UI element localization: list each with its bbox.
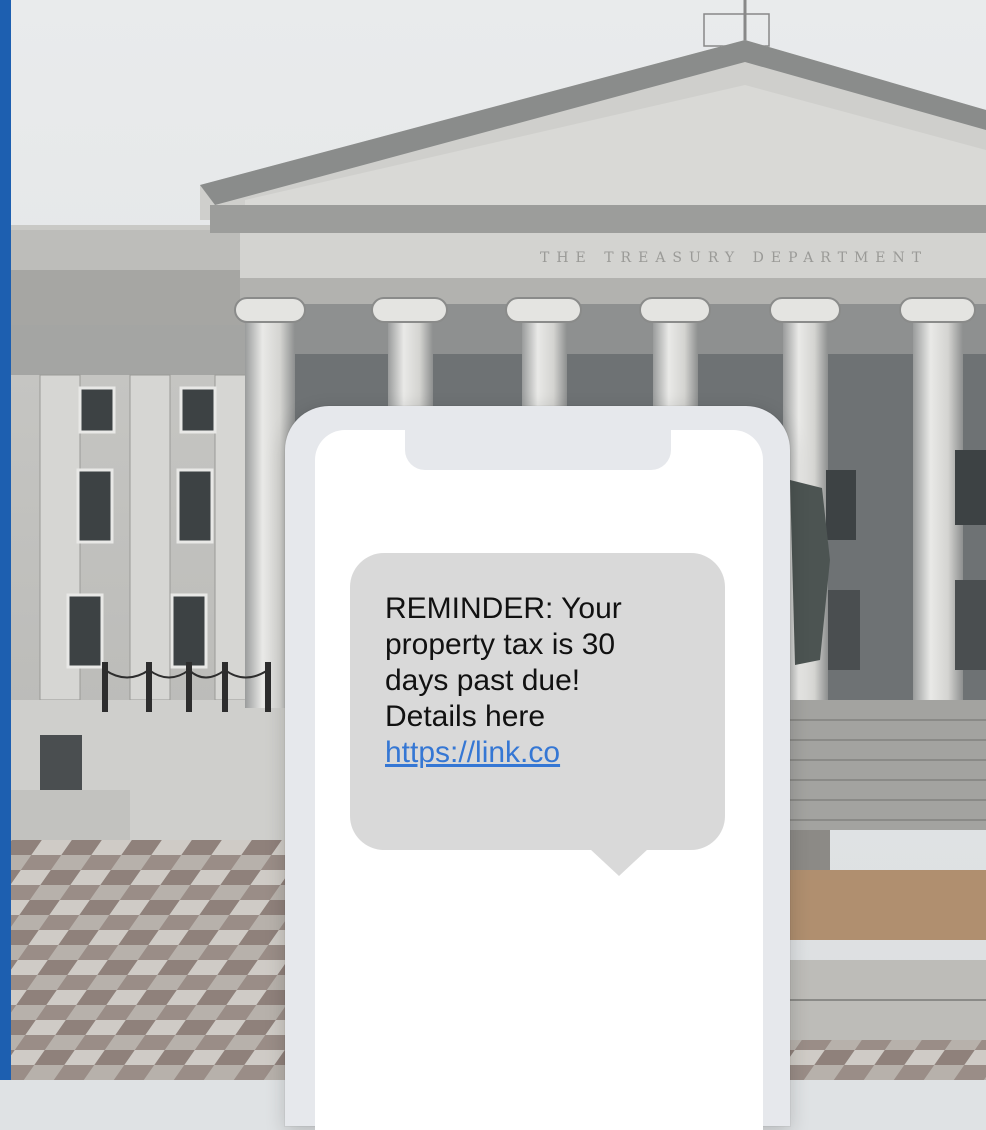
building-inscription: THE TREASURY DEPARTMENT [540,250,928,266]
message-line-1: REMINDER: Your [385,592,622,625]
sms-message-bubble: REMINDER: Your property tax is 30 days p… [350,553,725,876]
message-line-4: Details here [385,700,546,733]
message-line-3: days past due! [385,664,581,697]
phone-notch [405,430,671,470]
bubble-tail [590,849,648,876]
message-link[interactable]: https://link.co [385,735,705,771]
phone-mockup: REMINDER: Your property tax is 30 days p… [285,406,790,1130]
phone-screen: REMINDER: Your property tax is 30 days p… [315,430,763,1130]
blue-edge-stripe [0,0,11,1080]
message-line-2: property tax is 30 [385,628,616,661]
